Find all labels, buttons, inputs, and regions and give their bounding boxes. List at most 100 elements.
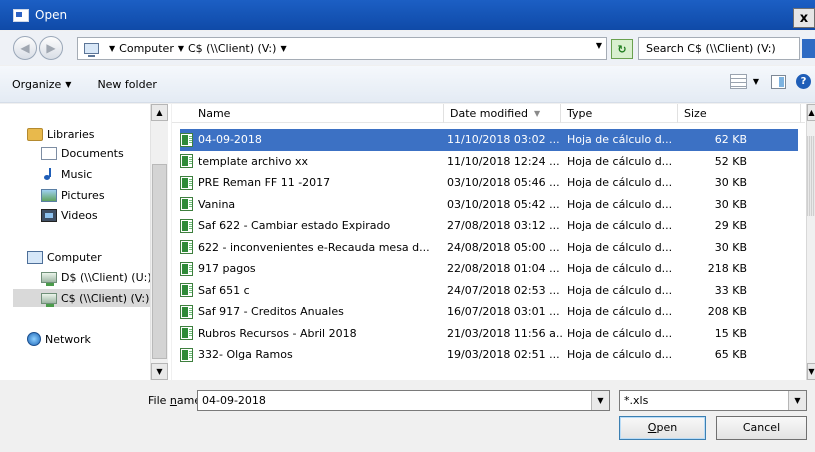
nav-item-label: D$ (\\Client) (U:) [61,270,152,284]
file-type-cell: Hoja de cálculo d... [567,219,673,233]
file-row[interactable]: 917 pagos 22/08/2018 01:04 ... Hoja de cál… [180,258,798,280]
nav-item-libraries[interactable]: Libraries [27,125,95,143]
file-name-cell: 917 pagos [180,261,442,276]
column-header-label: Date modified [450,107,528,120]
nav-item-label: Computer [47,250,102,264]
computer-icon [84,43,99,57]
column-header-size[interactable]: Size [678,104,801,123]
file-name-input[interactable]: 04-09-2018 [197,390,610,411]
forward-button[interactable]: ▶ [39,36,63,60]
back-icon: ◀ [20,41,30,55]
file-size-cell: 30 KB [714,176,747,190]
nav-item-computer[interactable]: Computer [27,248,102,266]
file-name-cell: Saf 622 - Cambiar estado Expirado [180,218,442,233]
address-dropdown-icon[interactable]: ▼ [596,41,602,50]
file-name-dropdown-icon[interactable]: ▼ [591,391,609,410]
file-date-cell: 03/10/2018 05:42 ... [447,197,560,211]
scroll-up-icon[interactable]: ▲ [151,104,168,121]
file-list-pane: Name Date modified ▼ Type Size 04-09-2018… [172,104,815,380]
file-name-cell: template archivo xx [180,154,442,169]
window-title: Open [35,8,68,22]
nav-item-pictures[interactable]: Pictures [41,186,105,204]
scroll-down-icon[interactable]: ▼ [807,363,815,380]
open-button[interactable]: Open [619,416,706,440]
scroll-thumb[interactable] [152,164,167,359]
scroll-up-icon[interactable]: ▲ [807,104,815,121]
file-row[interactable]: Saf 622 - Cambiar estado Expirado 27/08/2… [180,215,798,237]
chevron-right-icon[interactable]: ▼ [178,44,184,53]
file-size-cell: 208 KB [707,305,747,319]
preview-pane-icon[interactable] [771,74,786,89]
drive-icon [41,271,57,286]
organize-button[interactable]: Organize ▼ [12,78,75,91]
file-type-cell: Hoja de cálculo d... [567,133,673,147]
open-label: pen [656,421,678,434]
file-name-cell: PRE Reman FF 11 -2017 [180,175,442,190]
navigation-pane: Libraries Documents Music Pictures Video… [0,104,171,380]
navigation-pane-scrollbar[interactable]: ▲ ▼ [150,104,168,380]
refresh-button[interactable]: ↻ [611,39,633,59]
nav-item-drive-c[interactable]: C$ (\\Client) (V:) [13,289,150,307]
file-type-cell: Hoja de cálculo d... [567,262,673,276]
cancel-button[interactable]: Cancel [716,416,807,440]
file-name-text: 04-09-2018 [198,133,262,147]
file-size-cell: 33 KB [714,283,747,297]
nav-item-music[interactable]: Music [41,165,92,183]
file-row[interactable]: Saf 651 c 24/07/2018 02:53 ... Hoja de cál… [180,280,798,302]
file-type-select[interactable]: *.xls [619,390,807,411]
file-list-scrollbar[interactable]: ▲ ▼ [806,104,815,380]
views-dropdown-icon[interactable]: ▼ [753,77,759,86]
chevron-right-icon[interactable]: ▼ [109,44,115,53]
file-row[interactable]: Rubros Recursos - Abril 2018 21/03/2018 1… [180,323,798,345]
app-icon [13,8,29,22]
nav-item-network[interactable]: Network [27,330,91,348]
file-type-cell: Hoja de cálculo d... [567,176,673,190]
file-row[interactable]: PRE Reman FF 11 -2017 03/10/2018 05:46 ..… [180,172,798,194]
music-icon [41,167,57,181]
nav-item-videos[interactable]: Videos [41,206,98,224]
new-folder-button[interactable]: New folder [97,78,156,91]
search-input[interactable]: Search C$ (\\Client) (V:) [638,37,800,60]
file-name-cell: 332- Olga Ramos [180,347,442,362]
file-row[interactable]: 622 - inconvenientes e-Recauda mesa d...… [180,237,798,259]
excel-file-icon [180,347,193,362]
nav-item-label: Libraries [47,127,95,141]
column-header-row: Name Date modified ▼ Type Size [172,104,805,123]
scroll-down-icon[interactable]: ▼ [151,363,168,380]
file-row[interactable]: template archivo xx 11/10/2018 12:24 ... H… [180,151,798,173]
drive-icon [41,292,57,307]
nav-item-drive-d[interactable]: D$ (\\Client) (U:) [41,268,152,286]
help-icon[interactable]: ? [796,74,811,89]
pictures-icon [41,188,57,202]
file-date-cell: 24/07/2018 02:53 ... [447,283,560,297]
breadcrumb-drive[interactable]: C$ (\\Client) (V:) [188,42,276,55]
file-name-cell: Rubros Recursos - Abril 2018 [180,326,442,341]
file-type-dropdown-icon[interactable]: ▼ [788,391,806,410]
column-header-date[interactable]: Date modified ▼ [444,104,561,123]
navigation-bar: ◀ ▶ ▼ Computer ▼ C$ (\\Client) (V:) ▼ ▼ … [0,31,815,65]
column-header-type[interactable]: Type [561,104,678,123]
column-header-name[interactable]: Name [192,104,444,123]
file-type-cell: Hoja de cálculo d... [567,305,673,319]
address-bar[interactable]: ▼ Computer ▼ C$ (\\Client) (V:) ▼ ▼ [77,37,607,60]
file-type-cell: Hoja de cálculo d... [567,283,673,297]
chevron-right-icon[interactable]: ▼ [280,44,286,53]
file-row[interactable]: 332- Olga Ramos 19/03/2018 02:51 ... Hoja … [180,344,798,366]
file-list: 04-09-2018 11/10/2018 03:02 ... Hoja de cá… [180,129,798,366]
file-row[interactable]: Saf 917 - Creditos Anuales 16/07/2018 03:… [180,301,798,323]
file-date-cell: 11/10/2018 12:24 ... [447,154,560,168]
close-button[interactable]: x [793,8,815,28]
file-type-cell: Hoja de cálculo d... [567,326,673,340]
nav-item-documents[interactable]: Documents [41,144,124,162]
file-name-text: template archivo xx [198,154,309,168]
back-button[interactable]: ◀ [13,36,37,60]
breadcrumb-computer[interactable]: Computer [119,42,174,55]
scroll-thumb[interactable] [807,136,815,216]
views-icon[interactable] [729,74,747,89]
file-row[interactable]: Vanina 03/10/2018 05:42 ... Hoja de cálcul… [180,194,798,216]
file-row[interactable]: 04-09-2018 11/10/2018 03:02 ... Hoja de cá… [180,129,798,151]
computer-icon [27,250,43,264]
search-icon[interactable] [802,39,815,58]
nav-item-label: Music [61,167,93,181]
file-date-cell: 19/03/2018 02:51 ... [447,348,560,362]
